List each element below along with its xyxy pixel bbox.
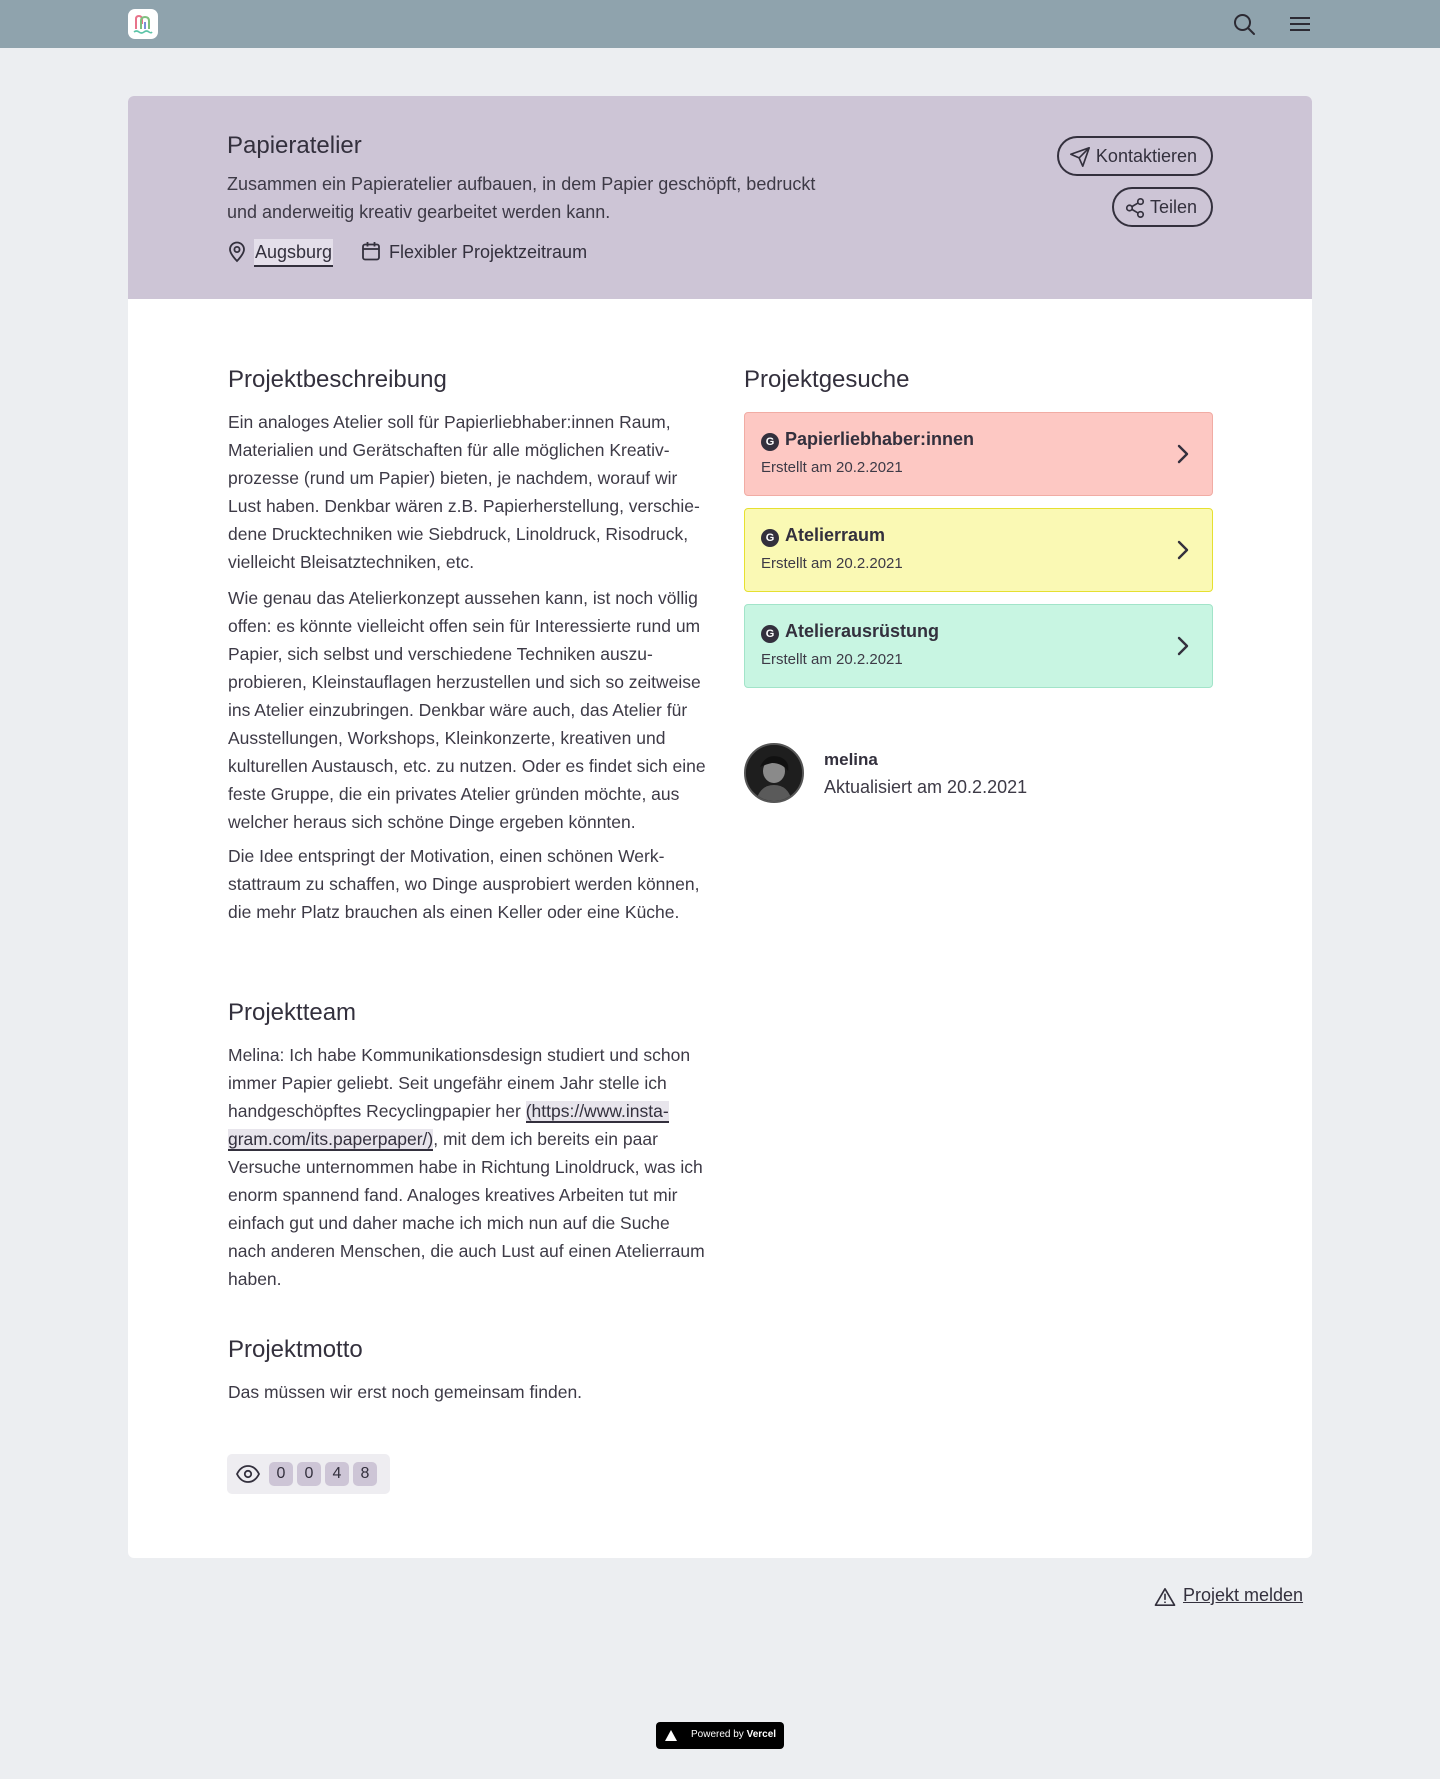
view-count-digit: 0 [297, 1462, 321, 1486]
author-name[interactable]: melina [824, 750, 878, 770]
vercel-badge-label: Powered by Vercel [691, 1729, 776, 1740]
view-count-digit: 4 [325, 1462, 349, 1486]
eye-icon [236, 1465, 260, 1483]
app-logo[interactable] [128, 9, 158, 39]
request-date: Erstellt am 20.2.2021 [761, 651, 903, 668]
request-title: Atelierraum [785, 525, 886, 545]
project-timeframe-label: Flexibler Projektzeitraum [389, 242, 588, 262]
map-pin-icon [229, 241, 245, 263]
team-text-after: , mit dem ich bereits ein paar Versuche … [228, 1129, 705, 1289]
g-badge-icon: G [761, 625, 779, 643]
request-card-atelierausruestung[interactable]: G Atelierausrüstung Erstellt am 20.2.202… [744, 604, 1213, 688]
vercel-badge[interactable]: Powered by Vercel [656, 1722, 784, 1749]
request-date: Erstellt am 20.2.2021 [761, 459, 903, 476]
logo-icon [133, 14, 153, 34]
project-subtitle: Zusammen ein Papieratelier aufbauen, in … [227, 174, 816, 222]
description-heading: Projektbeschreibung [228, 366, 447, 393]
view-counter: 0 0 4 8 [227, 1454, 390, 1494]
g-badge-icon: G [761, 433, 779, 451]
view-count-digit: 0 [269, 1462, 293, 1486]
description-paragraph-2: Wie genau das Atelierkonzept aussehen ka… [228, 588, 706, 832]
vercel-prefix: Powered by [691, 1729, 744, 1740]
requests-heading: Projektgesuche [744, 366, 910, 393]
motto-text: Das müssen wir erst noch gemeinsam finde… [228, 1382, 583, 1402]
chevron-right-icon [1177, 540, 1189, 560]
search-icon [1234, 14, 1255, 35]
project-location-label[interactable]: Augsburg [254, 239, 334, 267]
search-button[interactable] [1232, 12, 1256, 36]
share-button-label: Teilen [1149, 197, 1197, 217]
request-title: Papierliebhaber:innen [785, 429, 975, 449]
chevron-right-icon [1177, 636, 1189, 656]
vercel-triangle-icon [665, 1730, 677, 1741]
view-count-digit: 8 [353, 1462, 377, 1486]
description-paragraph-3: Die Idee entspringt der Motivation, eine… [228, 846, 700, 922]
request-card-papierliebhaber[interactable]: G Papierliebhaber:innen Erstellt am 20.2… [744, 412, 1213, 496]
project-title: Papieratelier [227, 132, 362, 159]
contact-button-label: Kontaktieren [1095, 146, 1197, 166]
avatar-photo [746, 745, 802, 801]
share-icon [1125, 198, 1145, 218]
request-title: Atelierausrüstung [785, 621, 940, 641]
author-avatar[interactable] [744, 743, 804, 803]
request-card-atelierraum[interactable]: G Atelierraum Erstellt am 20.2.2021 [744, 508, 1213, 592]
team-paragraph: Melina: Ich habe Kommunikationsdesign st… [228, 1041, 708, 1293]
top-navigation-bar [0, 0, 1440, 48]
contact-button[interactable]: Kontaktieren [1057, 136, 1213, 176]
menu-button[interactable] [1288, 12, 1312, 36]
send-icon [1070, 147, 1090, 167]
hamburger-menu-icon [1290, 17, 1310, 31]
project-header: Papieratelier Zusammen ein Papieratelier… [128, 96, 1312, 299]
report-project-label[interactable]: Projekt melden [1183, 1585, 1303, 1606]
share-button[interactable]: Teilen [1112, 187, 1213, 227]
g-badge-icon: G [761, 529, 779, 547]
vercel-brand: Vercel [746, 1729, 777, 1740]
description-paragraph-1: Ein analoges Atelier soll für Papierlieb… [228, 412, 700, 572]
chevron-right-icon [1177, 444, 1189, 464]
motto-heading: Projektmotto [228, 1336, 363, 1363]
warning-icon [1154, 1588, 1176, 1606]
team-heading: Projektteam [228, 999, 357, 1026]
author-updated-date: Aktualisiert am 20.2.2021 [824, 777, 1028, 797]
request-date: Erstellt am 20.2.2021 [761, 555, 903, 572]
calendar-icon [362, 242, 380, 261]
project-card: Papieratelier Zusammen ein Papieratelier… [128, 96, 1312, 1558]
